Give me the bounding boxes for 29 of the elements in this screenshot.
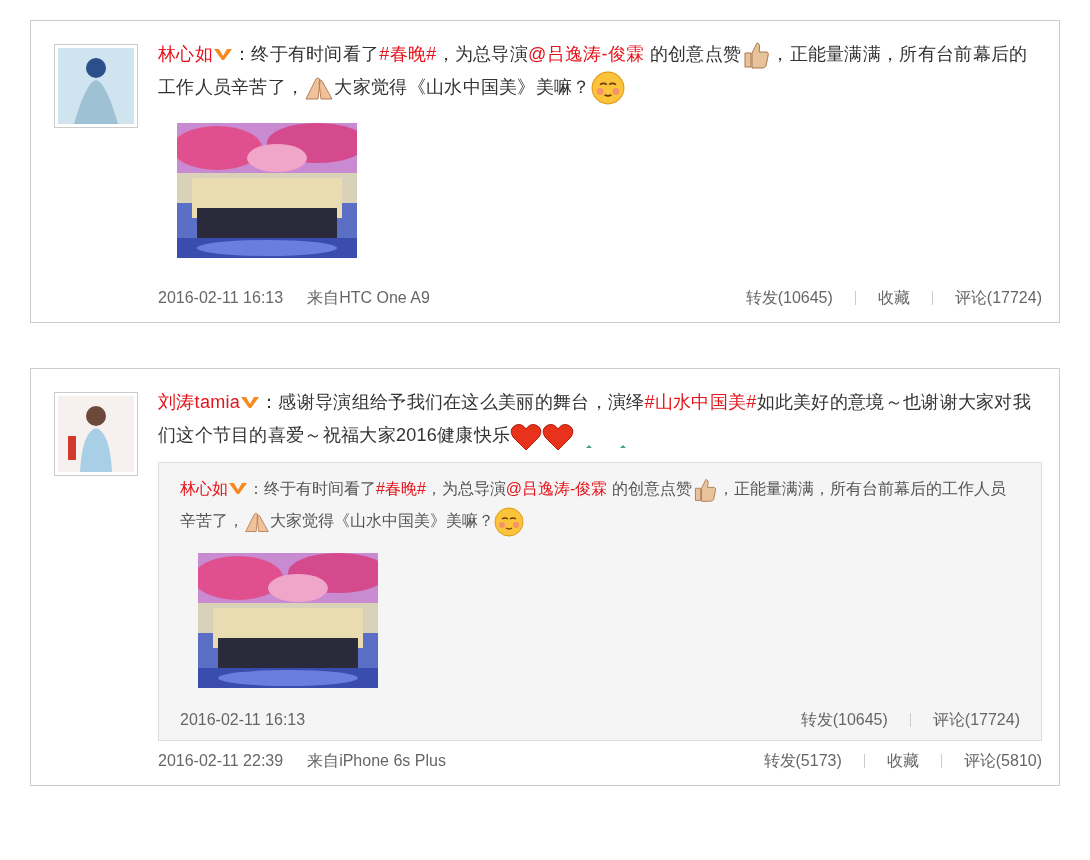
post-time: 2016-02-11 16:13 (158, 288, 284, 309)
post-time: 2016-02-11 16:13 (180, 710, 306, 731)
post-text: 林心如 ：终于有时间看了#春晚#，为总导演@吕逸涛-俊霖 的创意点赞 ，正能量满满，所有台前幕后的工作人员辛苦了， 大家觉得《山水中国美》美嘛？ (158, 38, 1042, 106)
action-link[interactable]: 评论(17724) (932, 708, 1020, 733)
post-text: 林心如 ：终于有时间看了#春晚#，为总导演@吕逸涛-俊霖 的创意点赞 ，正能量满满，所有台前幕后的工作人员辛苦了， 大家觉得《山水中国美》美嘛？ (180, 473, 1020, 538)
post-source: 来自iPhone 6s Plus (307, 751, 446, 772)
action-link[interactable]: 评论(17724) (954, 286, 1042, 311)
heart-icon (542, 422, 575, 451)
author-name[interactable]: 林心如 (180, 480, 228, 498)
post-link[interactable]: @吕逸涛-俊霖 (505, 480, 608, 498)
post-time: 2016-02-11 22:39 (158, 751, 284, 772)
smiling-face-icon (590, 71, 625, 106)
action-link[interactable]: 评论(5810) (963, 749, 1042, 774)
post-link[interactable]: #春晚# (379, 44, 437, 64)
action-link[interactable]: 转发(10645) (745, 286, 833, 311)
action-link[interactable]: 转发(10645) (800, 708, 888, 733)
thumbs-up-icon (741, 40, 772, 71)
post-text: 刘涛tamia ：感谢导演组给予我们在这么美丽的舞台，演绎#山水中国美#如此美好的意境～也谢谢大家对我们这个节目的喜爱～祝福大家2016健康快乐 (158, 386, 1042, 453)
post-source: 来自HTC One A9 (307, 288, 430, 309)
post-link[interactable]: #山水中国美# (644, 392, 757, 413)
author-name[interactable]: 刘涛tamia (158, 392, 241, 413)
action-link[interactable]: 收藏 (886, 749, 919, 774)
post-link[interactable]: @吕逸涛-俊霖 (528, 44, 645, 64)
smiling-face-icon (494, 507, 524, 537)
action-link[interactable]: 收藏 (877, 286, 910, 311)
heart-icon (510, 422, 543, 451)
action-link[interactable]: 转发(5173) (763, 749, 842, 774)
post-link[interactable]: #春晚# (376, 480, 426, 498)
author-name[interactable]: 林心如 (158, 44, 213, 64)
